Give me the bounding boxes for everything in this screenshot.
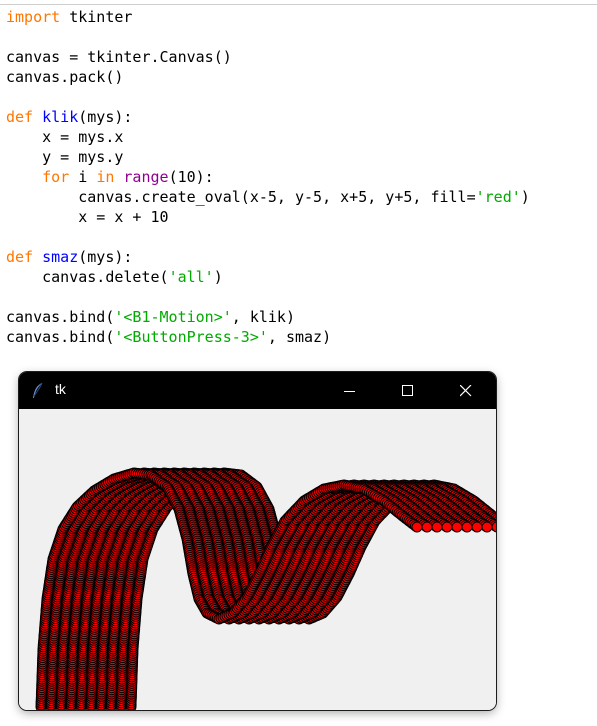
code-line[interactable]: for i in range(10): bbox=[6, 167, 530, 187]
code-line[interactable]: canvas.delete('all') bbox=[6, 267, 530, 287]
code-token: canvas.pack() bbox=[6, 68, 124, 86]
code-line[interactable]: canvas.pack() bbox=[6, 67, 530, 87]
red-oval bbox=[471, 521, 483, 533]
close-icon bbox=[460, 384, 472, 396]
code-line[interactable]: def klik(mys): bbox=[6, 107, 530, 127]
code-token: 'red' bbox=[475, 188, 521, 206]
minimize-button[interactable] bbox=[321, 372, 379, 409]
code-token: import bbox=[6, 8, 61, 26]
tk-window[interactable]: tk bbox=[19, 372, 496, 710]
maximize-button[interactable] bbox=[379, 372, 437, 409]
code-token: in bbox=[96, 168, 115, 186]
code-line[interactable] bbox=[6, 227, 530, 247]
code-token: , smaz) bbox=[267, 328, 332, 346]
code-text[interactable]: import tkinter canvas = tkinter.Canvas() c… bbox=[6, 7, 530, 347]
red-oval bbox=[481, 521, 493, 533]
code-token: i bbox=[69, 168, 97, 186]
code-token: (mys): bbox=[78, 108, 133, 126]
red-oval bbox=[431, 521, 443, 533]
code-token: canvas.create_oval(x-5, y-5, x+5, y+5, f… bbox=[6, 188, 476, 206]
code-token: '<B1-Motion>' bbox=[114, 308, 232, 326]
code-token: canvas.bind( bbox=[6, 308, 115, 326]
code-line[interactable]: def smaz(mys): bbox=[6, 247, 530, 267]
code-token: ) bbox=[520, 188, 530, 206]
code-token: def bbox=[6, 108, 34, 126]
window-titlebar[interactable]: tk bbox=[19, 372, 496, 409]
code-token: tkinter bbox=[60, 8, 133, 26]
red-oval bbox=[441, 521, 453, 533]
red-oval bbox=[451, 521, 463, 533]
drawing-canvas[interactable] bbox=[19, 409, 496, 710]
red-oval bbox=[461, 521, 473, 533]
code-token: klik bbox=[42, 108, 79, 126]
code-token: 'all' bbox=[168, 268, 214, 286]
window-title: tk bbox=[55, 381, 66, 397]
code-line[interactable]: canvas.create_oval(x-5, y-5, x+5, y+5, f… bbox=[6, 187, 530, 207]
red-oval bbox=[421, 521, 433, 533]
code-token: canvas = tkinter.Canvas() bbox=[6, 48, 232, 66]
minimize-icon bbox=[344, 390, 355, 392]
code-token: smaz bbox=[42, 248, 79, 266]
code-line[interactable]: x = x + 10 bbox=[6, 207, 530, 227]
code-line[interactable]: canvas = tkinter.Canvas() bbox=[6, 47, 530, 67]
code-token: canvas.bind( bbox=[6, 328, 115, 346]
code-token: range bbox=[123, 168, 169, 186]
code-line[interactable] bbox=[6, 27, 530, 47]
red-oval bbox=[411, 521, 423, 533]
code-token: def bbox=[6, 248, 34, 266]
code-line[interactable]: y = mys.y bbox=[6, 147, 530, 167]
code-line[interactable]: import tkinter bbox=[6, 7, 530, 27]
feather-icon bbox=[33, 382, 43, 398]
code-token: for bbox=[42, 168, 70, 186]
code-token: , klik) bbox=[231, 308, 295, 326]
editor-top-border bbox=[0, 0, 597, 5]
code-line[interactable] bbox=[6, 287, 530, 307]
code-token: (mys): bbox=[78, 248, 133, 266]
code-token: '<ButtonPress-3>' bbox=[114, 328, 268, 346]
code-line[interactable]: x = mys.x bbox=[6, 127, 530, 147]
code-token: y = mys.y bbox=[6, 148, 124, 166]
code-token: x = mys.x bbox=[6, 128, 124, 146]
code-line[interactable]: canvas.bind('<ButtonPress-3>', smaz) bbox=[6, 327, 530, 347]
code-token: ) bbox=[213, 268, 223, 286]
code-line[interactable] bbox=[6, 87, 530, 107]
close-button[interactable] bbox=[437, 372, 495, 409]
maximize-icon bbox=[402, 384, 413, 396]
code-line[interactable]: canvas.bind('<B1-Motion>', klik) bbox=[6, 307, 530, 327]
code-token: canvas.delete( bbox=[6, 268, 169, 286]
code-token: x = x + 10 bbox=[6, 208, 169, 226]
code-token: (10): bbox=[168, 168, 214, 186]
